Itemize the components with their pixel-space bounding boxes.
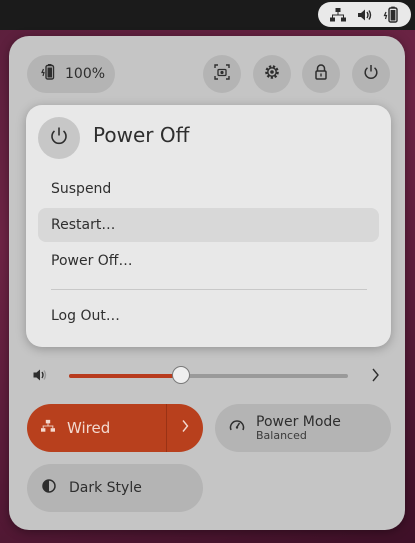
- battery-icon: [41, 63, 57, 85]
- power-button[interactable]: [352, 55, 390, 93]
- wired-network-toggle[interactable]: Wired: [27, 404, 203, 452]
- lock-icon: [313, 63, 329, 85]
- top-bar: [0, 0, 415, 30]
- network-wired-icon: [329, 7, 347, 23]
- chevron-right-icon[interactable]: [370, 366, 380, 388]
- screenshot-button[interactable]: [203, 55, 241, 93]
- speedometer-icon: [228, 417, 246, 439]
- screenshot-icon: [213, 63, 231, 85]
- volume-icon[interactable]: [32, 367, 48, 387]
- power-icon: [362, 63, 380, 85]
- volume-icon: [356, 7, 374, 23]
- power-mode-subtitle: Balanced: [256, 428, 307, 442]
- volume-slider[interactable]: [69, 366, 348, 384]
- chevron-right-icon: [180, 418, 190, 438]
- power-mode-toggle[interactable]: Power Mode Balanced: [215, 404, 391, 452]
- power-mode-text: Power Mode Balanced: [256, 414, 341, 443]
- battery-status-button[interactable]: 100%: [27, 55, 115, 93]
- volume-slider-fill: [69, 374, 181, 378]
- menu-item-suspend[interactable]: Suspend: [38, 172, 379, 206]
- power-off-menu: Power Off Suspend Restart… Power Off… Lo…: [26, 105, 391, 347]
- wired-menu-button[interactable]: [167, 404, 203, 452]
- wired-toggle-label: Wired: [67, 419, 111, 437]
- power-menu-icon: [38, 117, 80, 159]
- contrast-icon: [41, 478, 57, 498]
- dark-style-label: Dark Style: [69, 480, 142, 496]
- dark-style-toggle[interactable]: Dark Style: [27, 464, 203, 512]
- wired-toggle-main[interactable]: Wired: [27, 404, 166, 452]
- gear-icon: [263, 63, 281, 85]
- power-menu-title: Power Off: [93, 123, 190, 147]
- network-wired-icon: [40, 419, 56, 437]
- system-tray[interactable]: [318, 2, 411, 27]
- menu-item-power-off[interactable]: Power Off…: [38, 244, 379, 278]
- battery-icon: [383, 6, 401, 24]
- power-mode-label: Power Mode: [256, 413, 341, 430]
- lock-screen-button[interactable]: [302, 55, 340, 93]
- menu-item-restart[interactable]: Restart…: [38, 208, 379, 242]
- battery-percentage: 100%: [65, 66, 106, 82]
- settings-button[interactable]: [253, 55, 291, 93]
- power-icon: [48, 125, 70, 151]
- menu-item-log-out[interactable]: Log Out…: [38, 299, 379, 333]
- quick-settings-panel: 100% Power Off Suspend Restart… Power Of…: [9, 36, 405, 530]
- volume-slider-handle[interactable]: [171, 366, 190, 384]
- menu-separator: [51, 289, 367, 290]
